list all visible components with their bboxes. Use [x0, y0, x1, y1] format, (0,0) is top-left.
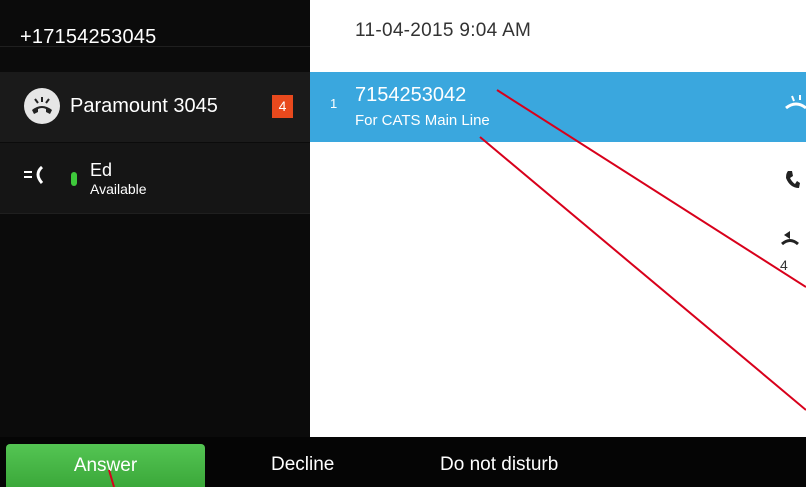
incoming-call-icon: [24, 88, 60, 124]
contact-name: Ed: [90, 160, 113, 180]
contact-status: Available: [90, 181, 147, 197]
caller-number: 7154253042: [355, 84, 467, 106]
date-time: 11-04-2015 9:04 AM: [355, 20, 532, 41]
decline-button[interactable]: Decline: [271, 454, 334, 476]
divider: [0, 213, 310, 214]
sidebar-line-paramount[interactable]: Paramount 3045 4: [0, 72, 310, 142]
phone-icon[interactable]: [784, 169, 800, 194]
sidebar-line-ed[interactable]: Ed Available: [0, 143, 310, 213]
call-forward-icon: [22, 162, 46, 193]
call-back-icon[interactable]: [780, 228, 800, 255]
call-subtitle: For CATS Main Line: [355, 112, 490, 129]
call-count: 4: [780, 257, 788, 273]
call-index: 1: [330, 96, 338, 111]
incoming-call-row[interactable]: 1 7154253042 For CATS Main Line: [310, 72, 806, 142]
presence-indicator: [71, 172, 77, 186]
answer-button[interactable]: Answer: [6, 444, 205, 487]
line-label: Paramount 3045: [70, 95, 218, 117]
incoming-call-icon: [780, 93, 806, 120]
do-not-disturb-button[interactable]: Do not disturb: [440, 454, 558, 476]
call-pane: 11-04-2015 9:04 AM 1 7154253042 For CATS…: [310, 0, 806, 437]
divider: [0, 46, 310, 47]
notification-badge: 4: [272, 95, 293, 118]
line-sidebar: +17154253045 Paramount 3045 4 Ed Availab…: [0, 0, 310, 437]
